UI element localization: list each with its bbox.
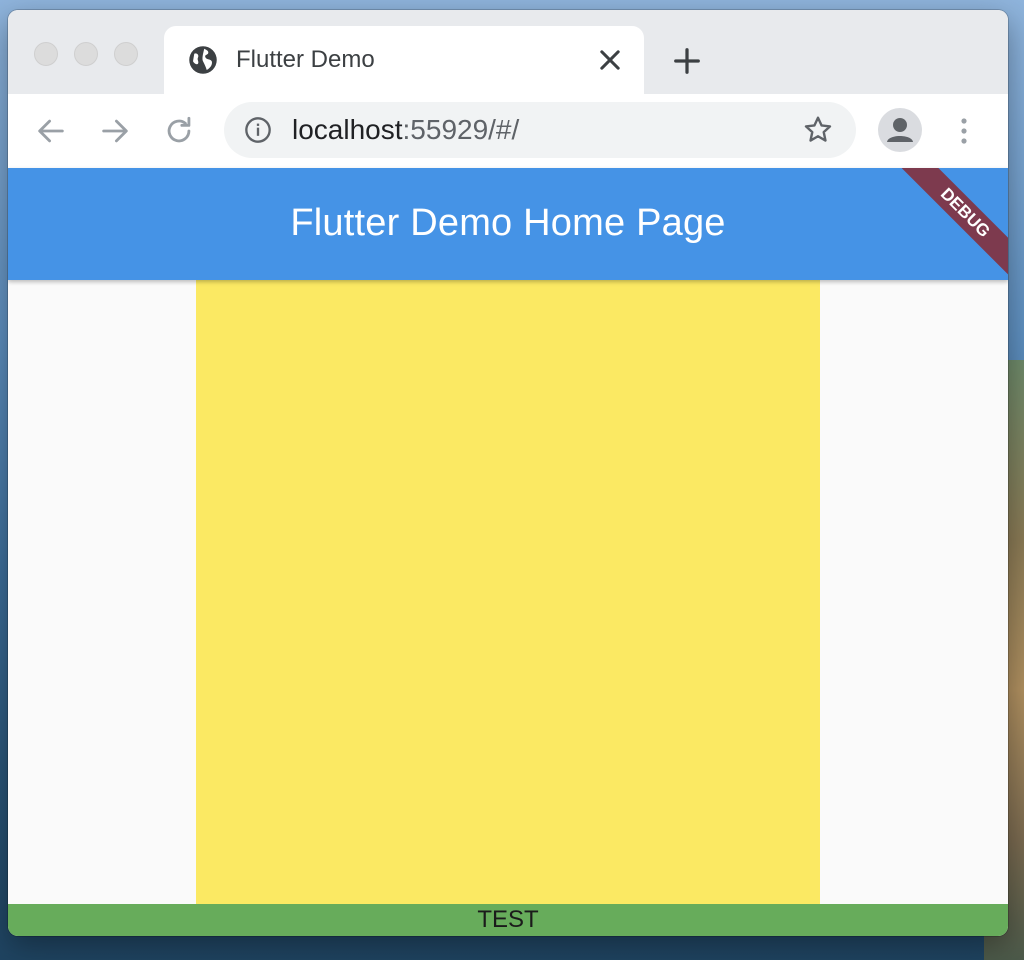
- tab-title: Flutter Demo: [236, 46, 375, 73]
- footer-bar: TEST: [8, 904, 1008, 936]
- profile-icon: [887, 118, 913, 142]
- browser-toolbar: localhost:55929/#/: [8, 94, 1008, 169]
- app-bar-title: Flutter Demo Home Page: [290, 202, 726, 244]
- star-icon[interactable]: [802, 114, 834, 146]
- back-arrow-icon[interactable]: [34, 114, 68, 148]
- yellow-container: [196, 280, 820, 904]
- forward-arrow-icon[interactable]: [98, 114, 132, 148]
- window-minimize-button[interactable]: [74, 42, 98, 66]
- menu-icon[interactable]: [952, 114, 976, 148]
- browser-tab[interactable]: Flutter Demo: [164, 26, 644, 94]
- address-bar[interactable]: localhost:55929/#/: [224, 102, 856, 158]
- tab-strip: Flutter Demo: [8, 10, 1008, 94]
- app-body: [8, 280, 1008, 904]
- info-icon[interactable]: [244, 116, 272, 144]
- app-bar: Flutter Demo Home Page DEBUG: [8, 168, 1008, 280]
- browser-window: Flutter Demo localhost:55929/#/ Flutter …: [8, 10, 1008, 936]
- profile-button[interactable]: [878, 108, 922, 152]
- window-zoom-button[interactable]: [114, 42, 138, 66]
- close-icon[interactable]: [596, 46, 624, 74]
- url-host: localhost: [292, 114, 403, 145]
- url-path: :55929/#/: [402, 114, 520, 145]
- window-close-button[interactable]: [34, 42, 58, 66]
- reload-icon[interactable]: [162, 114, 196, 148]
- plus-icon[interactable]: [672, 46, 702, 76]
- url-text: localhost:55929/#/: [292, 114, 519, 146]
- globe-icon: [189, 46, 217, 74]
